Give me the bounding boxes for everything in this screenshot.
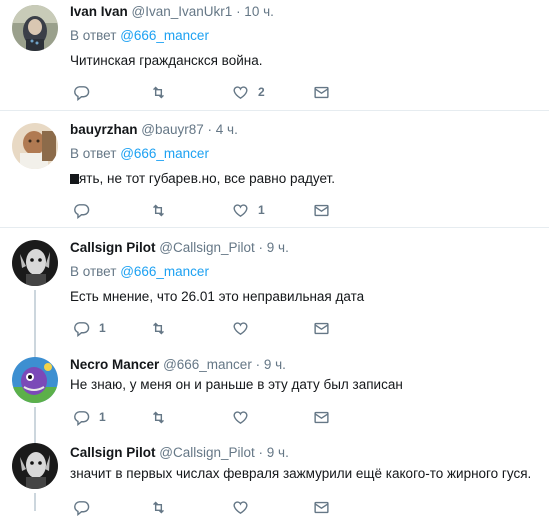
reply-icon [74,410,90,426]
tweet-text: Читинская гражданскся война. [70,53,263,68]
reply-icon [74,203,90,219]
reply-button[interactable] [73,82,99,102]
reply-icon [74,500,90,516]
tweet-actions [70,497,370,517]
tweet-header: Necro Mancer @666_mancer · 9 ч. [70,357,286,372]
avatar[interactable] [12,443,58,489]
tweet-header: Ivan Ivan @Ivan_IvanUkr1 · 10 ч. [70,4,274,19]
timestamp[interactable]: · 4 ч. [208,122,238,137]
tweet-actions: 1 [70,200,370,220]
display-name[interactable]: Ivan Ivan [70,4,128,19]
like-button[interactable]: 2 [232,82,265,102]
avatar[interactable] [12,240,58,286]
display-name[interactable]: Callsign Pilot [70,445,156,460]
tweet-text-body: ять, не тот губарев.но, все равно радует… [79,171,335,186]
like-button[interactable]: 1 [232,200,265,220]
avatar[interactable] [12,5,58,51]
heart-icon [233,85,248,99]
tweet-actions: 1 [70,318,370,338]
dm-button[interactable] [313,200,330,220]
dm-button[interactable] [313,318,330,338]
envelope-icon [314,204,329,216]
mention-link[interactable]: @666_mancer [120,264,209,279]
tweet[interactable]: Callsign Pilot @Callsign_Pilot · 9 ч. зн… [0,431,549,516]
retweet-button[interactable] [150,318,176,338]
envelope-icon [314,322,329,334]
tweet[interactable]: Necro Mancer @666_mancer · 9 ч. Не знаю,… [0,345,549,430]
heart-icon [233,321,248,335]
heart-icon [233,203,248,217]
tweet-text: Не знаю, у меня он и раньше в эту дату б… [70,377,403,392]
user-handle[interactable]: @Callsign_Pilot [159,445,255,460]
tweet-text: ять, не тот губарев.но, все равно радует… [70,171,335,186]
envelope-icon [314,501,329,513]
reply-count: 1 [99,321,106,335]
display-name[interactable]: bauyrzhan [70,122,138,137]
retweet-button[interactable] [150,497,176,517]
user-handle[interactable]: @bauyr87 [141,122,204,137]
like-button[interactable] [232,497,258,517]
dm-button[interactable] [313,497,330,517]
retweet-icon [153,322,164,334]
envelope-icon [314,411,329,423]
timestamp[interactable]: · 9 ч. [259,445,289,460]
reply-prefix: В ответ [70,28,117,43]
timestamp[interactable]: · 9 ч. [256,357,286,372]
tweet-header: Callsign Pilot @Callsign_Pilot · 9 ч. [70,445,289,460]
reply-button[interactable]: 1 [73,318,106,338]
reply-icon [74,321,90,337]
dm-button[interactable] [313,407,330,427]
reply-context: В ответ @666_mancer [70,28,209,43]
mention-link[interactable]: @666_mancer [120,146,209,161]
retweet-icon [153,204,164,216]
tweet[interactable]: Ivan Ivan @Ivan_IvanUkr1 · 10 ч. В ответ… [0,0,549,111]
user-handle[interactable]: @Ivan_IvanUkr1 [132,4,233,19]
avatar[interactable] [12,357,58,403]
redaction-mark [70,174,79,184]
avatar[interactable] [12,123,58,169]
timestamp[interactable]: · 9 ч. [259,240,289,255]
timestamp[interactable]: · 10 ч. [236,4,274,19]
display-name[interactable]: Callsign Pilot [70,240,156,255]
like-button[interactable] [232,318,258,338]
reply-context: В ответ @666_mancer [70,146,209,161]
reply-prefix: В ответ [70,146,117,161]
heart-icon [233,500,248,514]
reply-button[interactable] [73,497,99,517]
tweet-header: bauyrzhan @bauyr87 · 4 ч. [70,122,238,137]
display-name[interactable]: Necro Mancer [70,357,159,372]
envelope-icon [314,86,329,98]
reply-context: В ответ @666_mancer [70,264,209,279]
retweet-button[interactable] [150,82,176,102]
tweet-actions: 1 [70,407,370,427]
like-button[interactable] [232,407,258,427]
like-count: 1 [258,203,265,217]
like-count: 2 [258,85,265,99]
tweet-text: значит в первых числах февраля зажмурили… [70,466,532,481]
reply-button[interactable]: 1 [73,407,106,427]
retweet-button[interactable] [150,200,176,220]
heart-icon [233,410,248,424]
user-handle[interactable]: @Callsign_Pilot [159,240,255,255]
dm-button[interactable] [313,82,330,102]
retweet-icon [153,501,164,513]
user-handle[interactable]: @666_mancer [163,357,252,372]
reply-count: 1 [99,410,106,424]
tweet[interactable]: Callsign Pilot @Callsign_Pilot · 9 ч. В … [0,228,549,345]
retweet-button[interactable] [150,407,176,427]
reply-prefix: В ответ [70,264,117,279]
reply-icon [74,85,90,101]
retweet-icon [153,411,164,423]
tweet-actions: 2 [70,82,370,102]
reply-button[interactable] [73,200,99,220]
tweet[interactable]: bauyrzhan @bauyr87 · 4 ч. В ответ @666_m… [0,111,549,228]
mention-link[interactable]: @666_mancer [120,28,209,43]
tweet-text: Есть мнение, что 26.01 это неправильная … [70,289,365,304]
tweet-header: Callsign Pilot @Callsign_Pilot · 9 ч. [70,240,289,255]
retweet-icon [153,86,164,98]
